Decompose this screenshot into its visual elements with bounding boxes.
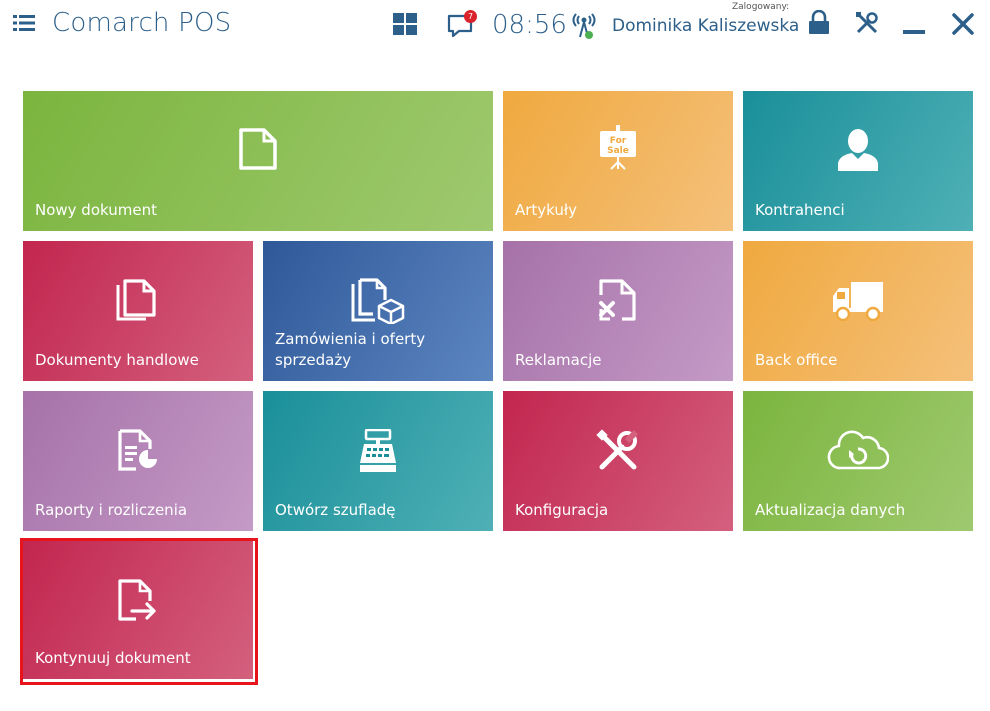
- truck-icon: [833, 282, 883, 322]
- documents-icon: [116, 279, 156, 321]
- tile-label: Nowy dokument: [35, 201, 157, 219]
- orders-icon: [351, 278, 405, 324]
- windows-icon[interactable]: [393, 13, 417, 35]
- tile-label: Artykuły: [515, 201, 578, 219]
- minimize-icon[interactable]: [903, 25, 925, 35]
- cloud-sync-icon: [827, 430, 889, 470]
- reports-icon: [118, 429, 157, 471]
- tile-label: Aktualizacja danych: [755, 501, 906, 519]
- tile-label: Reklamacje: [515, 351, 602, 369]
- tile-dokumenty-handlowe[interactable]: Dokumenty handlowe: [23, 241, 253, 381]
- tile-label: Otwórz szufladę: [275, 501, 396, 519]
- tile-back-office[interactable]: Back office: [743, 241, 973, 381]
- new-document-icon: [239, 128, 277, 170]
- app-title: Comarch POS: [52, 8, 232, 38]
- tile-otworz-szuflade[interactable]: Otwórz szufladę: [263, 391, 493, 531]
- tile-label: Raporty i rozliczenia: [35, 501, 188, 519]
- sign-text: For: [610, 136, 627, 146]
- sign-text: Sale: [607, 146, 629, 156]
- person-icon: [838, 129, 878, 171]
- tile-nowy-dokument[interactable]: Nowy dokument: [23, 91, 493, 231]
- close-icon[interactable]: [952, 13, 974, 35]
- logged-in-label: Zalogowany:: [732, 2, 790, 12]
- tile-label: Zamówienia i oferty sprzedaży: [275, 330, 426, 369]
- tile-aktualizacja-danych[interactable]: Aktualizacja danych: [743, 391, 973, 531]
- top-bar: Comarch POS 7 08:56 Zalogowany: Dominika…: [0, 0, 990, 50]
- signal-icon: [572, 13, 596, 39]
- cash-register-icon: [360, 429, 396, 472]
- tile-label: Dokumenty handlowe: [35, 351, 199, 369]
- lock-icon[interactable]: [808, 10, 830, 34]
- menu-icon[interactable]: [13, 13, 35, 33]
- clock: 08:56: [492, 10, 567, 40]
- for-sale-sign-icon: For Sale: [600, 125, 636, 170]
- tile-reklamacje[interactable]: Reklamacje: [503, 241, 733, 381]
- configuration-icon: [596, 429, 639, 470]
- user-name[interactable]: Dominika Kaliszewska: [612, 16, 799, 36]
- tile-label: Kontrahenci: [755, 201, 845, 219]
- tile-label: Back office: [755, 351, 838, 369]
- tile-konfiguracja[interactable]: Konfiguracja: [503, 391, 733, 531]
- tile-raporty-i-rozliczenia[interactable]: Raporty i rozliczenia: [23, 391, 253, 531]
- tile-artykuly[interactable]: For Sale Artykuły: [503, 91, 733, 231]
- tile-label: Konfiguracja: [515, 501, 609, 519]
- selection-highlight: [20, 538, 258, 685]
- complaint-icon: [599, 279, 636, 321]
- tile-kontrahenci[interactable]: Kontrahenci: [743, 91, 973, 231]
- tile-zamowienia-i-oferty[interactable]: Zamówienia i oferty sprzedaży: [263, 241, 493, 381]
- notification-badge: 7: [464, 10, 477, 23]
- tools-icon[interactable]: [855, 11, 879, 35]
